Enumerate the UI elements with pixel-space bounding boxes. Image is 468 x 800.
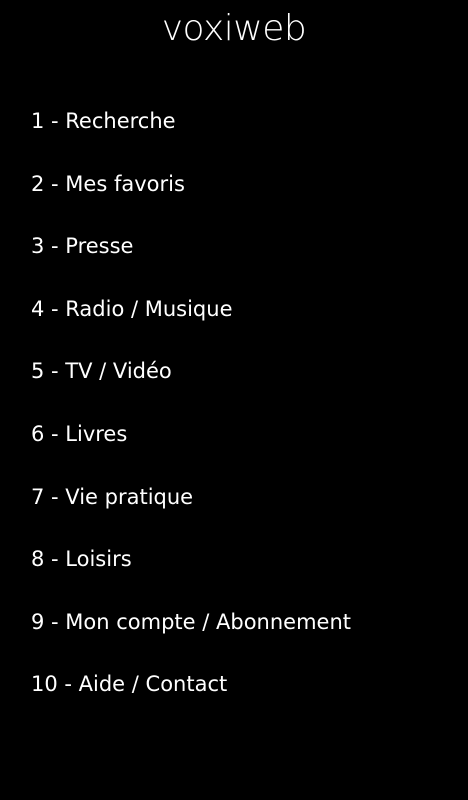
main-menu: 1 - Recherche 2 - Mes favoris 3 - Presse… — [0, 90, 468, 716]
menu-item-livres[interactable]: 6 - Livres — [0, 403, 468, 466]
menu-item-recherche[interactable]: 1 - Recherche — [0, 90, 468, 153]
menu-item-radio-musique[interactable]: 4 - Radio / Musique — [0, 278, 468, 341]
menu-item-presse[interactable]: 3 - Presse — [0, 215, 468, 278]
menu-item-tv-video[interactable]: 5 - TV / Vidéo — [0, 340, 468, 403]
menu-item-aide-contact[interactable]: 10 - Aide / Contact — [0, 653, 468, 716]
app-header: voxiweb — [0, 8, 468, 54]
menu-item-loisirs[interactable]: 8 - Loisirs — [0, 528, 468, 591]
menu-item-mon-compte-abonnement[interactable]: 9 - Mon compte / Abonnement — [0, 591, 468, 654]
menu-item-mes-favoris[interactable]: 2 - Mes favoris — [0, 153, 468, 216]
menu-item-vie-pratique[interactable]: 7 - Vie pratique — [0, 466, 468, 529]
voxiweb-logo: voxiweb — [161, 8, 307, 49]
